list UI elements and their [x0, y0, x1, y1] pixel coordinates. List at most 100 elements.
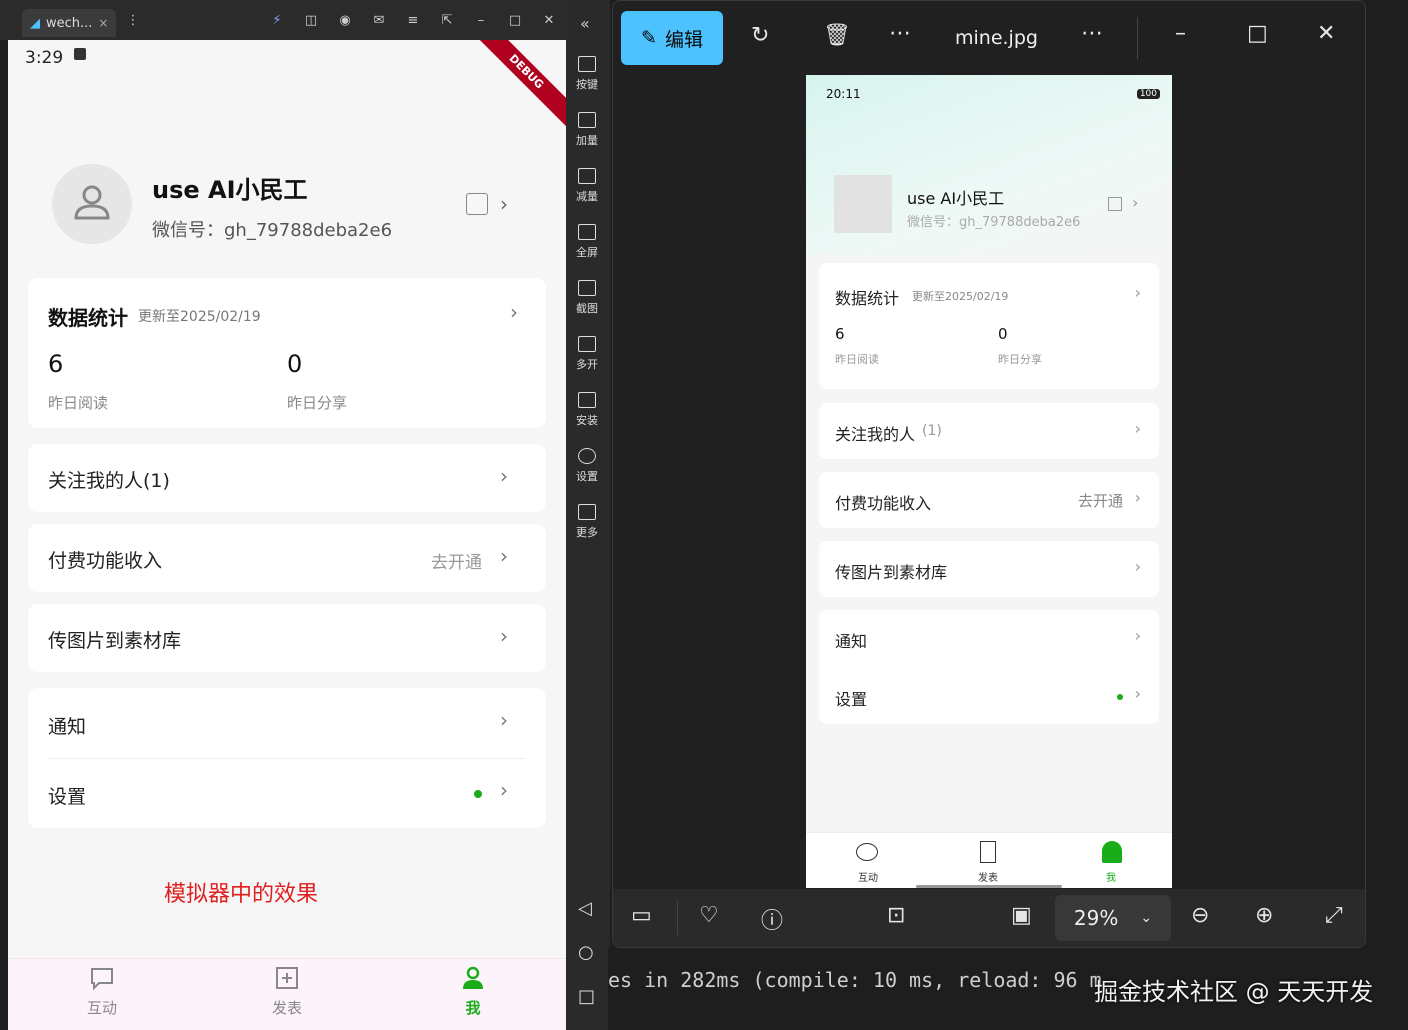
nav-recent-icon[interactable]: □: [578, 986, 595, 1007]
scissors-icon: [578, 280, 596, 296]
paid-income-label: 付费功能收入: [48, 550, 163, 572]
add-square-icon: [276, 967, 298, 989]
close-tab-icon[interactable]: ×: [98, 16, 108, 30]
zoom-value: 29%: [1073, 906, 1119, 930]
side-btn-settings[interactable]: 设置: [566, 448, 608, 484]
close-icon[interactable]: ✕: [1317, 21, 1335, 46]
pin-icon[interactable]: ⇱: [438, 12, 456, 30]
image-share-value: 0: [998, 325, 1008, 343]
notify-label: 通知: [48, 716, 87, 738]
settings-row[interactable]: 设置 ›: [28, 758, 546, 828]
actual-size-icon[interactable]: ▣: [1011, 903, 1032, 928]
status-a-icon: [74, 48, 86, 60]
paid-income-row[interactable]: 付费功能收入 去开通 ›: [28, 524, 546, 592]
image-followers-count: (1): [922, 423, 942, 439]
stats-card[interactable]: 数据统计 更新至2025/02/19 › 6 昨日阅读 0 昨日分享: [28, 278, 546, 428]
maximize-icon[interactable]: □: [1247, 21, 1268, 46]
more-horizontal-icon[interactable]: ⋯: [1081, 21, 1103, 46]
divider: [1137, 17, 1138, 59]
more-vertical-icon[interactable]: ⋮: [124, 12, 142, 30]
side-btn-vol-down-label: 减量: [576, 190, 598, 203]
qrcode-icon[interactable]: [466, 193, 488, 215]
tab-publish-label: 发表: [271, 999, 302, 1017]
chevron-right-icon: ›: [1134, 419, 1141, 438]
side-btn-more[interactable]: 更多: [566, 504, 608, 540]
close-icon[interactable]: ✕: [540, 12, 558, 30]
file-name: mine.jpg: [955, 27, 1038, 49]
image-tab-me: 我: [1106, 873, 1116, 884]
image-doc-icon: [980, 841, 996, 863]
mail-icon[interactable]: ✉: [370, 12, 388, 30]
chevron-right-icon: ›: [500, 544, 508, 568]
account-icon[interactable]: ◉: [336, 12, 354, 30]
side-btn-vol-up[interactable]: 加量: [566, 112, 608, 148]
image-new-dot: [1117, 694, 1123, 700]
image-read-value: 6: [835, 325, 845, 343]
side-btn-screenshot[interactable]: 截图: [566, 280, 608, 316]
collapse-icon[interactable]: «: [580, 14, 590, 33]
info-icon[interactable]: ⓘ: [761, 903, 783, 935]
image-paid-label: 付费功能收入: [835, 494, 932, 513]
more-horizontal-icon[interactable]: ⋯: [889, 21, 911, 46]
zoom-out-icon[interactable]: ⊖: [1191, 903, 1209, 928]
fullscreen-icon[interactable]: ⤢: [1325, 903, 1343, 928]
watermark: 掘金技术社区 @ 天天开发: [1094, 978, 1374, 1006]
nav-home-icon[interactable]: ○: [578, 942, 594, 963]
tab-me[interactable]: 我: [433, 965, 513, 1018]
side-btn-keys[interactable]: 按键: [566, 56, 608, 92]
image-followers-row: 关注我的人 (1) ›: [819, 403, 1159, 459]
edit-image-icon: ✎: [641, 27, 657, 49]
side-btn-fullscreen[interactable]: 全屏: [566, 224, 608, 260]
volume-up-icon: [578, 112, 596, 128]
zoom-in-icon[interactable]: ⊕: [1255, 903, 1273, 928]
emulator-title-bar: ◢ wech... × ⋮ ⚡ ◫ ◉ ✉ ≡ ⇱ – □ ✕: [0, 0, 566, 40]
image-upload-row: 传图片到素材库 ›: [819, 541, 1159, 597]
minimize-icon[interactable]: –: [472, 12, 490, 30]
chevron-right-icon: ›: [1134, 684, 1141, 703]
filmstrip-icon[interactable]: ▭: [631, 903, 652, 928]
side-btn-multi[interactable]: 多开: [566, 336, 608, 372]
nav-back-icon[interactable]: ◁: [578, 898, 592, 919]
plugin-icon[interactable]: ⚡: [268, 12, 286, 30]
emulator-side-toolbar: « 按键 加量 减量 全屏 截图 多开 安装 设置 更多 ◁ ○ □: [566, 0, 610, 1030]
image-wechat-id: 微信号：gh_79788deba2e6: [907, 215, 1081, 230]
side-btn-vol-down[interactable]: 减量: [566, 168, 608, 204]
chevron-right-icon: ›: [500, 464, 508, 488]
side-btn-more-label: 更多: [576, 526, 598, 539]
tab-publish[interactable]: 发表: [247, 965, 327, 1018]
minimize-icon[interactable]: –: [1175, 21, 1186, 46]
edit-button[interactable]: ✎ 编辑: [621, 11, 723, 65]
keyboard-icon: [578, 56, 596, 72]
image-settings-label: 设置: [835, 690, 868, 709]
delete-icon[interactable]: 🗑: [823, 23, 851, 48]
maximize-icon[interactable]: □: [506, 12, 524, 30]
upload-material-row[interactable]: 传图片到素材库 ›: [28, 604, 546, 672]
avatar[interactable]: [52, 164, 132, 244]
divider: [677, 901, 678, 935]
chevron-right-icon[interactable]: ›: [500, 192, 508, 216]
heart-icon[interactable]: ♡: [699, 903, 719, 928]
side-btn-install[interactable]: 安装: [566, 392, 608, 428]
read-value: 6: [48, 350, 64, 378]
image-nickname: use AI小民工: [907, 189, 1005, 208]
tab-interact-label: 互动: [86, 999, 117, 1017]
profile-wechat-id: 微信号：gh_79788deba2e6: [152, 220, 393, 241]
status-time: 3:29: [25, 48, 64, 68]
notify-row[interactable]: 通知 ›: [28, 688, 546, 758]
image-followers-label: 关注我的人: [835, 425, 916, 444]
zoom-dropdown[interactable]: 29% ⌄: [1055, 895, 1171, 941]
gamepad-icon[interactable]: ◫: [302, 12, 320, 30]
rotate-icon[interactable]: ↻: [751, 23, 769, 48]
chevron-right-icon: ›: [500, 624, 508, 648]
image-home-indicator: [916, 885, 1062, 888]
image-tab-interact: 互动: [858, 873, 878, 884]
more-icon: [578, 504, 596, 520]
tab-interact[interactable]: 互动: [62, 965, 142, 1018]
emulator-tab[interactable]: ◢ wech... ×: [22, 9, 116, 37]
followers-row[interactable]: 关注我的人(1) ›: [28, 444, 546, 512]
image-paid-row: 付费功能收入 去开通 ›: [819, 472, 1159, 528]
tab-me-label: 我: [465, 999, 481, 1017]
menu-icon[interactable]: ≡: [404, 12, 422, 30]
apk-icon: [578, 392, 596, 408]
visual-search-icon[interactable]: ⊡: [887, 903, 905, 928]
